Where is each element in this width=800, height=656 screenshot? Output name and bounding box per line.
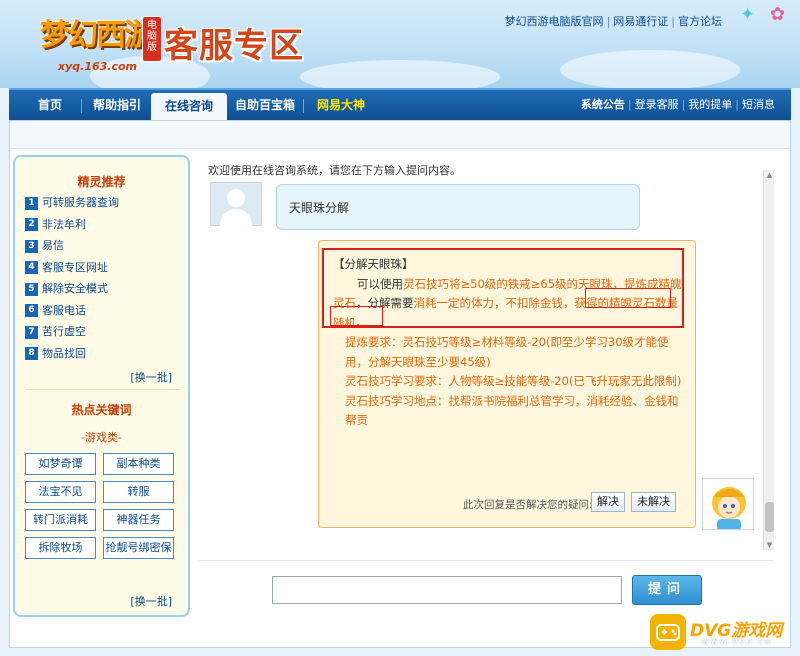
scroll-up-icon[interactable]: ▲ (764, 170, 775, 180)
nav-divider (81, 99, 82, 113)
flower-icon: ✿ (770, 4, 786, 25)
item-label: 可转服务器查询 (42, 196, 119, 209)
sprite-avatar-icon (703, 479, 753, 529)
list-item[interactable]: 4 客服专区网址 (25, 260, 119, 282)
user-message-text: 天眼珠分解 (289, 201, 350, 215)
question-input[interactable] (272, 576, 622, 604)
cloud-decoration (300, 60, 500, 88)
chat-scrollbar[interactable]: ▲ ▼ (763, 170, 774, 550)
watermark: DVG游戏网 WWW.DVG.CN (650, 612, 796, 652)
site-title: 客服专区 (164, 26, 304, 66)
item-number: 7 (25, 325, 38, 339)
scroll-down-icon[interactable]: ▼ (764, 540, 775, 550)
list-item[interactable]: 8 物品找回 (25, 346, 119, 368)
input-divider (198, 560, 774, 561)
list-item[interactable]: 5 解除安全模式 (25, 281, 119, 303)
item-number: 2 (25, 218, 38, 231)
hot-keywords-title: 热点关键词 (71, 403, 132, 417)
item-label: 易信 (42, 239, 64, 252)
keyword-button[interactable]: 神器任务 (103, 509, 174, 531)
sparkle-icon: ✦ (740, 4, 756, 25)
my-tickets-link[interactable]: 我的提单 (688, 98, 732, 111)
tab-help-guide[interactable]: 帮助指引 (85, 90, 149, 120)
tab-home[interactable]: 首页 (23, 90, 77, 120)
item-label: 客服电话 (42, 303, 86, 317)
reply-line: 灵石技巧学习地点：找帮派书院福利总管学习，消耗经验、金钱和帮贡 (345, 393, 679, 428)
ask-button[interactable]: 提问 (632, 575, 702, 605)
list-item[interactable]: 1 可转服务器查询 (25, 195, 119, 217)
login-support-link[interactable]: 登录客服 (635, 98, 679, 111)
sidebar: 精灵推荐 1 可转服务器查询 2 非法牟利 3 易信 4 客服专区网址 5 解除安全模式 … (13, 155, 190, 617)
tab-online-consult[interactable]: 在线咨询 (151, 93, 227, 122)
keyword-category: -游戏类- (81, 431, 122, 444)
user-message-bubble: 天眼珠分解 (276, 184, 640, 230)
highlight-box-inner (585, 288, 671, 308)
frame-band (10, 121, 790, 149)
item-number: 1 (25, 196, 38, 210)
top-links: 梦幻西游电脑版官网 | 网易通行证 | 官方论坛 (504, 15, 722, 28)
item-number: 6 (25, 304, 38, 317)
keyword-button[interactable]: 抢靓号绑密保 (103, 537, 174, 559)
unresolved-button[interactable]: 未解决 (631, 492, 676, 512)
main-nav: 首页 帮助指引 在线咨询 自助百宝箱 网易大神 系统公告 | 登录客服 | 我的提单 | 短… (9, 88, 791, 122)
cloud-decoration (560, 50, 740, 88)
feedback-question: 此次回复是否解决您的疑问: (463, 499, 593, 511)
list-item[interactable]: 7 苦行虚空 (25, 324, 119, 346)
item-number: 5 (25, 282, 38, 296)
item-label: 客服专区网址 (42, 260, 108, 274)
item-label: 非法牟利 (42, 217, 86, 231)
highlight-box-inner (330, 306, 383, 326)
logo-badge: 电脑版 (142, 16, 162, 62)
item-number: 8 (25, 347, 38, 360)
keyword-button[interactable]: 转门派消耗 (25, 509, 96, 531)
gamepad-icon (650, 614, 686, 650)
netease-passport-link[interactable]: 网易通行证 (613, 15, 668, 28)
sidebar-divider (25, 389, 180, 390)
item-label: 苦行虚空 (42, 325, 86, 338)
list-item[interactable]: 3 易信 (25, 238, 119, 260)
item-label: 物品找回 (42, 346, 86, 360)
list-item[interactable]: 2 非法牟利 (25, 217, 119, 239)
avatar-head-icon (227, 189, 245, 207)
official-site-link[interactable]: 梦幻西游电脑版官网 (505, 15, 604, 28)
watermark-url: WWW.DVG.CN (702, 638, 773, 646)
keyword-button[interactable]: 副本种类 (103, 453, 174, 475)
game-logo[interactable]: 梦幻西游 电脑版 xyq.163.com (14, 6, 164, 73)
messages-link[interactable]: 短消息 (742, 98, 775, 111)
scroll-thumb[interactable] (765, 502, 774, 532)
refresh-recommend-link[interactable]: [换一批] (130, 369, 172, 385)
reply-line: 提炼要求：灵石技巧等级≥材料等级-20(即至少学习30级才能使用，分解天眼珠至少… (345, 335, 669, 369)
system-notice-link[interactable]: 系统公告 (581, 98, 625, 111)
keyword-button[interactable]: 如梦奇谭 (25, 453, 96, 475)
item-number: 4 (25, 261, 38, 274)
reply-line: 灵石技巧学习要求：人物等级≥技能等级-20(已飞升玩家无此限制) (345, 374, 682, 388)
list-item[interactable]: 6 客服电话 (25, 303, 119, 325)
tab-netease-dashen[interactable]: 网易大神 (307, 90, 375, 120)
keyword-button[interactable]: 拆除牧场 (25, 537, 96, 559)
user-avatar (210, 182, 262, 227)
nav-right-links: 系统公告 | 登录客服 | 我的提单 | 短消息 (580, 98, 775, 111)
official-forum-link[interactable]: 官方论坛 (678, 15, 722, 28)
tab-self-service-box[interactable]: 自助百宝箱 (229, 90, 301, 120)
recommend-list: 1 可转服务器查询 2 非法牟利 3 易信 4 客服专区网址 5 解除安全模式 6 客服电话… (25, 195, 119, 367)
keyword-button[interactable]: 转服 (103, 481, 174, 503)
welcome-text: 欢迎使用在线咨询系统，请您在下方输入提问内容。 (208, 164, 461, 177)
avatar-body-icon (220, 209, 252, 227)
site-header: 梦幻西游 电脑版 xyq.163.com 客服专区 梦幻西游电脑版官网 | 网易通行… (0, 0, 800, 88)
item-number: 3 (25, 239, 38, 253)
keyword-button[interactable]: 法宝不见 (25, 481, 96, 503)
item-label: 解除安全模式 (42, 282, 108, 295)
nav-divider (303, 99, 304, 113)
logo-text: 梦幻西游 (40, 18, 154, 53)
resolved-button[interactable]: 解决 (591, 492, 625, 512)
logo-domain: xyq.163.com (58, 60, 137, 73)
recommend-title: 精灵推荐 (77, 175, 126, 189)
assistant-avatar (702, 478, 754, 530)
refresh-keywords-link[interactable]: [换一批] (130, 593, 172, 609)
